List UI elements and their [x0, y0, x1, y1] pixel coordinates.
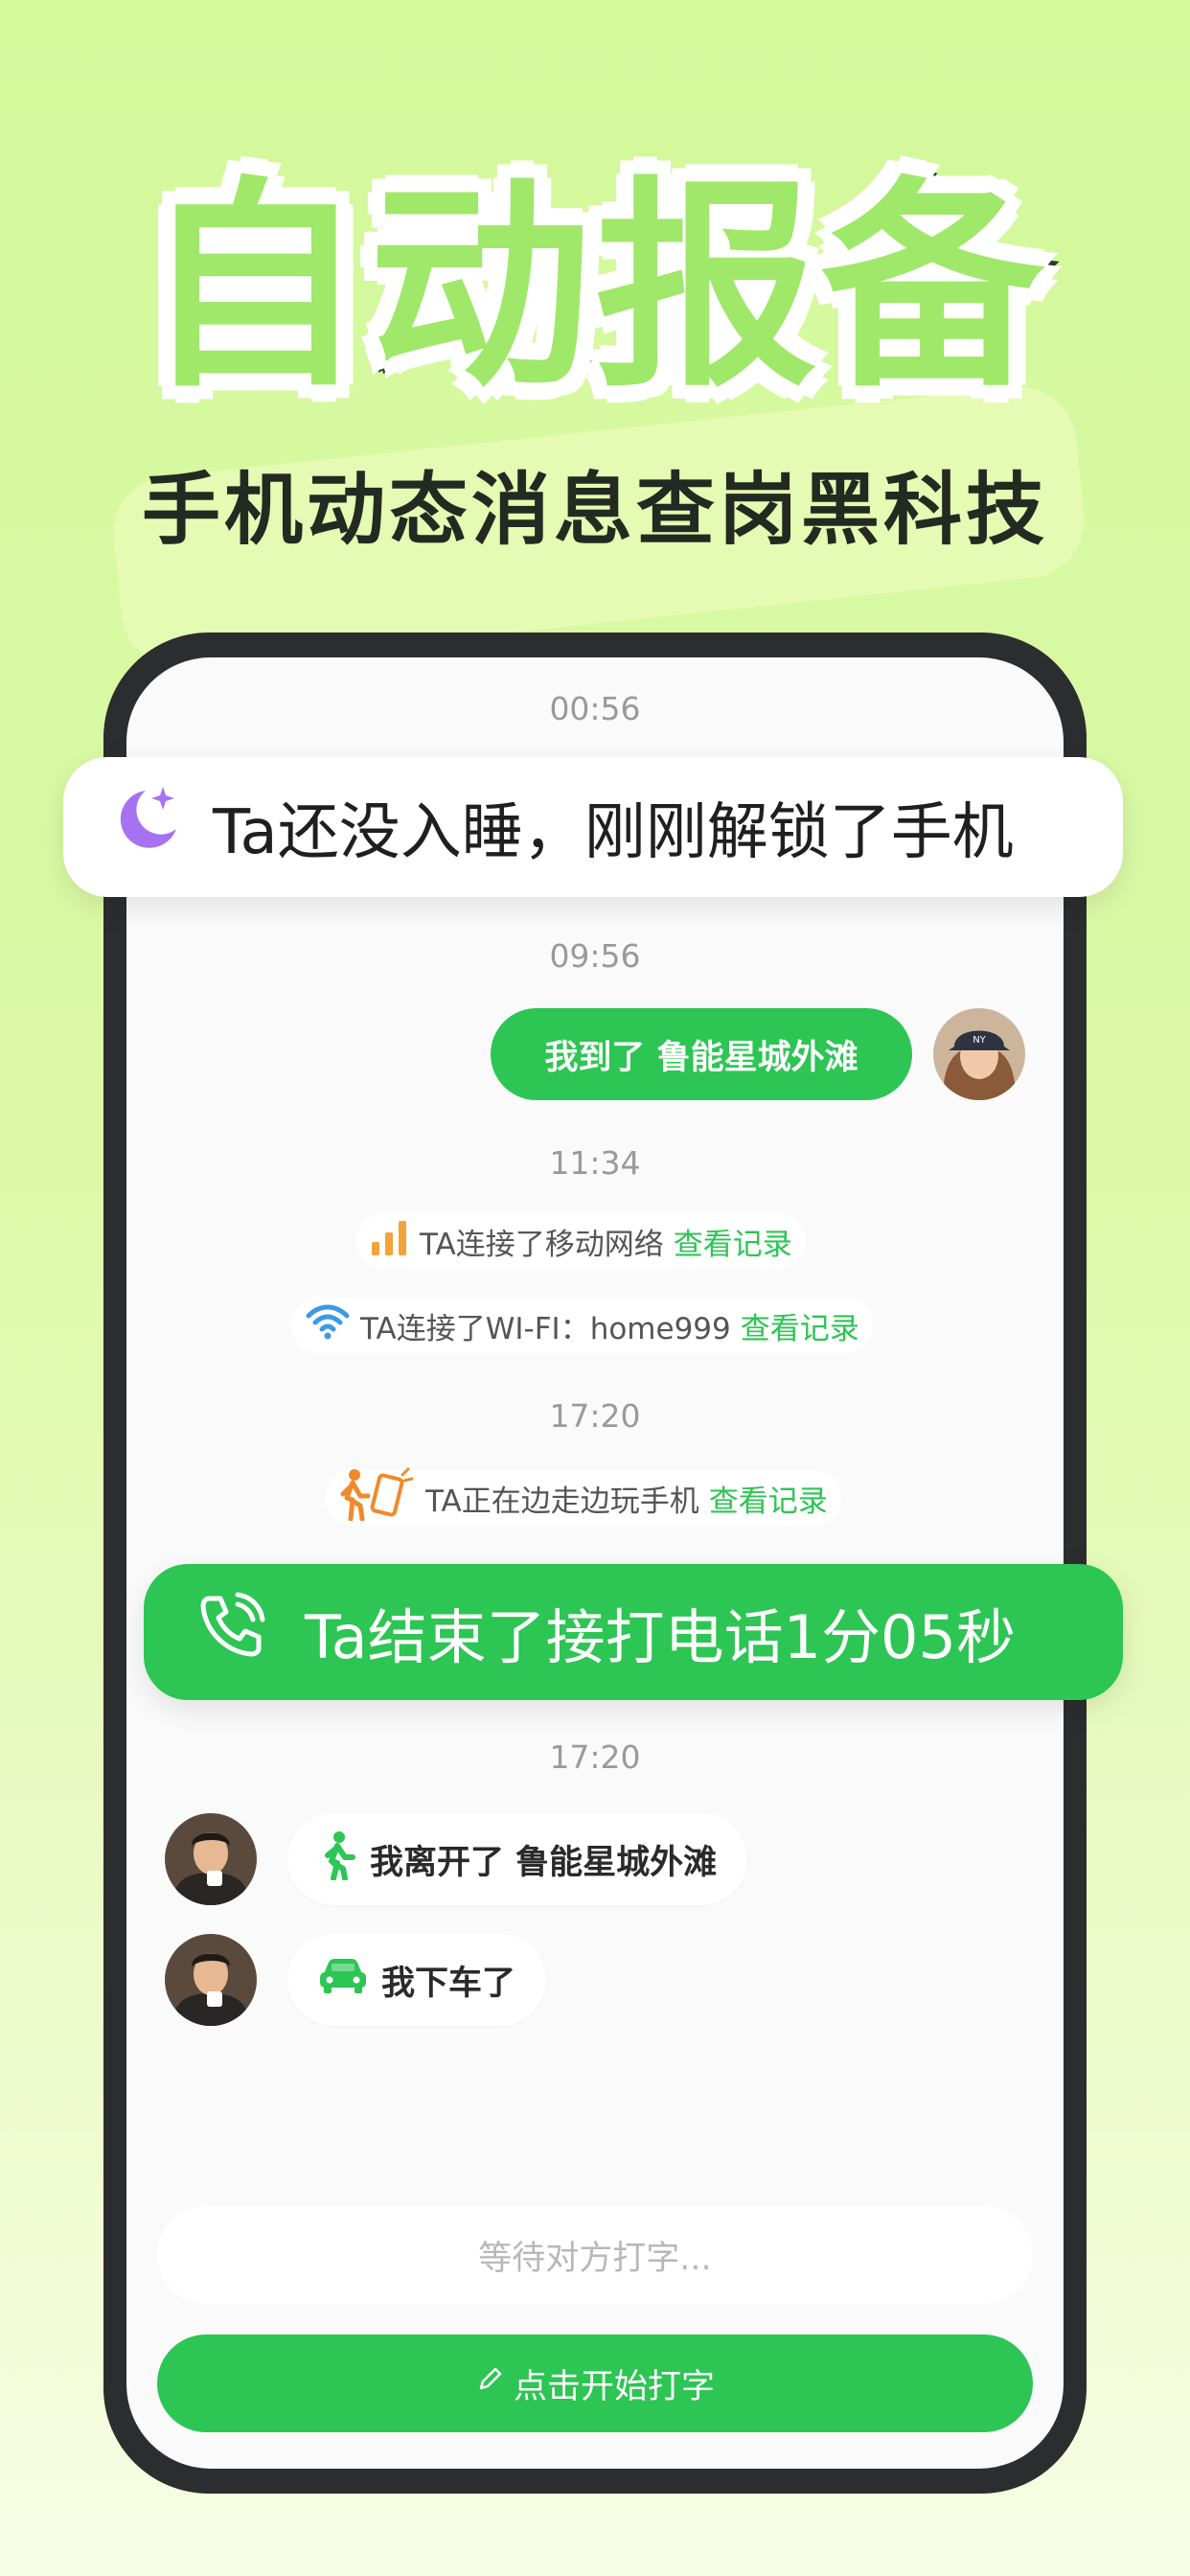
typing-status-field: 等待对方打字... [157, 2206, 1033, 2304]
notice-text: TA连接了WI-FI：home999 [360, 1311, 731, 1346]
my-avatar[interactable]: NY [933, 1008, 1025, 1100]
call-status-text: Ta结束了接打电话1分05秒 [305, 1602, 1016, 1672]
incoming-message-bubble[interactable]: 我离开了 鲁能星城外滩 [287, 1813, 748, 1905]
notice-walking-phone: TA正在边走边玩手机 查看记录 [326, 1467, 841, 1529]
notice-mobile-network: TA连接了移动网络 查看记录 [356, 1213, 806, 1269]
timestamp: 11:34 [549, 1144, 641, 1182]
pencil-icon [475, 2364, 504, 2403]
start-typing-button[interactable]: 点击开始打字 [157, 2334, 1033, 2432]
hero-subtitle: 手机动态消息查岗黑科技 [141, 465, 1048, 556]
wifi-icon [305, 1302, 351, 1348]
svg-text:NY: NY [973, 1035, 986, 1046]
call-status-banner: Ta结束了接打电话1分05秒 [144, 1564, 1123, 1700]
walking-phone-icon [339, 1467, 416, 1529]
start-typing-label: 点击开始打字 [513, 2367, 715, 2406]
car-icon [318, 1957, 368, 2004]
sleep-status-text: Ta还没入睡，刚刚解锁了手机 [213, 797, 1014, 868]
timestamp: 09:56 [549, 937, 641, 975]
sleep-status-banner: Ta还没入睡，刚刚解锁了手机 [63, 757, 1123, 897]
hero-title: 自动报备 [136, 156, 1050, 419]
view-records-link[interactable]: 查看记录 [674, 1220, 792, 1263]
timestamp: 17:20 [549, 1738, 641, 1776]
my-message-bubble[interactable]: 我到了 鲁能星城外滩 [491, 1008, 912, 1100]
notice-wifi: TA连接了WI-FI：home999 查看记录 [291, 1298, 873, 1353]
view-records-link[interactable]: 查看记录 [709, 1477, 828, 1520]
chat-screen: 00:56 09:56 我到了 鲁能星城外滩 NY 11:34 TA连接了移动网… [126, 657, 1064, 2469]
phone-call-icon [195, 1589, 268, 1676]
walking-person-icon [318, 1830, 356, 1889]
signal-bars-icon [370, 1219, 410, 1263]
contact-avatar[interactable] [165, 1934, 257, 2026]
moon-star-icon [107, 781, 184, 873]
timestamp: 00:56 [549, 690, 641, 727]
incoming-message-bubble[interactable]: 我下车了 [287, 1934, 547, 2026]
contact-avatar[interactable] [165, 1813, 257, 1905]
message-text: 我下车了 [381, 1964, 516, 2003]
notice-text: TA正在边走边玩手机 [425, 1484, 699, 1519]
view-records-link[interactable]: 查看记录 [741, 1304, 859, 1347]
message-text: 我离开了 鲁能星城外滩 [370, 1843, 718, 1882]
notice-text: TA连接了移动网络 [420, 1227, 664, 1262]
timestamp: 17:20 [549, 1397, 641, 1435]
